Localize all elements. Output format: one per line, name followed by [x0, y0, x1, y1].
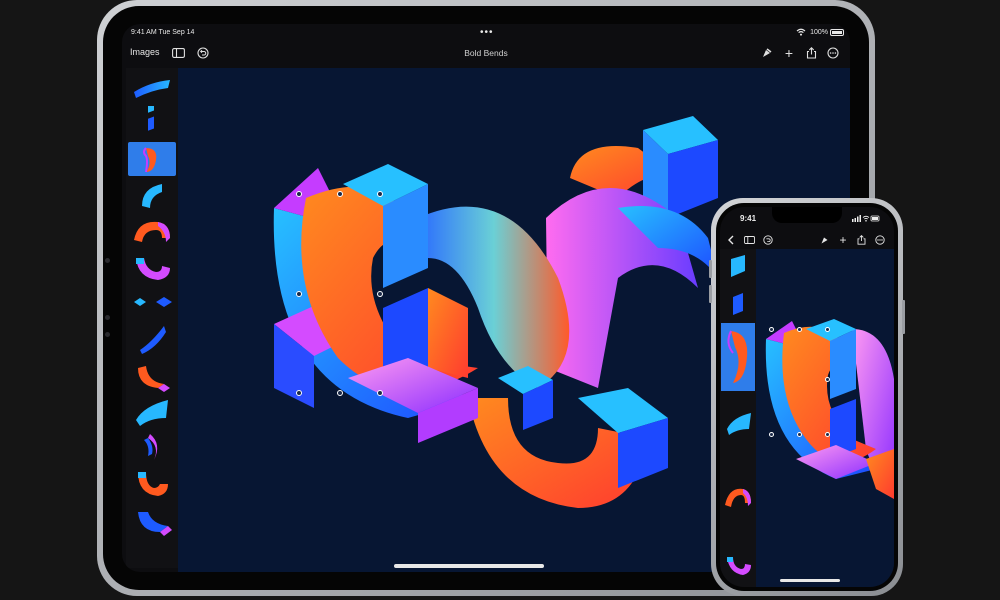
status-time: 9:41 AM Tue Sep 14 [131, 29, 195, 36]
shape-library-sidebar [126, 68, 178, 568]
thumbnail-bars[interactable] [128, 106, 176, 140]
wifi-icon [796, 28, 806, 38]
signal-wifi-battery-icons [852, 215, 880, 224]
more-icon[interactable] [825, 45, 841, 61]
home-indicator[interactable] [780, 579, 840, 582]
battery-icon [830, 29, 844, 36]
thumbnail-cup[interactable] [721, 551, 755, 579]
share-icon[interactable] [854, 233, 868, 247]
selection-handle[interactable] [337, 390, 343, 396]
camera-dot [105, 258, 110, 263]
drawing-canvas[interactable] [756, 249, 894, 587]
selection-handle[interactable] [377, 390, 383, 396]
volume-button [709, 285, 712, 303]
undo-icon[interactable] [761, 233, 775, 247]
thumbnail-orange-bend-selected[interactable] [128, 142, 176, 176]
thumbnail-blue-panel[interactable] [721, 253, 755, 281]
thumbnail-sheet[interactable] [721, 409, 755, 437]
thumbnail-sheet[interactable] [128, 394, 176, 428]
thumbnail-ribbon[interactable] [128, 322, 176, 356]
thumbnail-crescent[interactable] [128, 430, 176, 464]
selection-handle[interactable] [825, 377, 830, 382]
back-chevron-icon[interactable] [724, 233, 738, 247]
thumbnail-bend[interactable] [128, 466, 176, 500]
multitasking-dots[interactable]: ••• [480, 27, 494, 38]
more-icon[interactable] [873, 233, 887, 247]
thumbnail-blue-bar[interactable] [721, 289, 755, 317]
notch [772, 207, 842, 223]
selection-handle[interactable] [296, 291, 302, 297]
selection-handle[interactable] [769, 432, 774, 437]
selection-handle[interactable] [337, 191, 343, 197]
share-icon[interactable] [803, 45, 819, 61]
plus-icon[interactable]: + [836, 233, 850, 247]
shape-library-sidebar [720, 249, 756, 587]
selection-handle[interactable] [825, 327, 830, 332]
thumbnail-cup[interactable] [128, 250, 176, 284]
status-bar: 9:41 AM Tue Sep 14 ••• 100% [122, 24, 850, 42]
power-button [902, 300, 905, 334]
volume-button [709, 260, 712, 278]
thumbnail-arch[interactable] [128, 214, 176, 248]
bold-bends-artwork[interactable] [756, 249, 894, 587]
battery-percent: 100% [810, 29, 828, 36]
selection-handle[interactable] [296, 191, 302, 197]
status-time: 9:41 [740, 214, 757, 223]
thumbnail-bowl[interactable] [128, 502, 176, 536]
toolbar: Images Bold Bends + [122, 42, 850, 66]
camera-dot [105, 315, 110, 320]
sidebar-icon[interactable] [742, 233, 756, 247]
selection-handle[interactable] [377, 291, 383, 297]
document-title: Bold Bends [464, 48, 508, 58]
selection-handle[interactable] [769, 327, 774, 332]
pen-nib-icon[interactable] [759, 45, 775, 61]
thumbnail-orange-bend-selected[interactable] [721, 323, 755, 391]
camera-dot [105, 332, 110, 337]
plus-icon[interactable]: + [781, 45, 797, 61]
pen-nib-icon[interactable] [818, 233, 832, 247]
iphone-screen: 9:41 + [720, 207, 894, 587]
thumbnail-diamonds[interactable] [128, 286, 176, 320]
thumbnail-wave[interactable] [128, 70, 176, 104]
selection-handle[interactable] [377, 191, 383, 197]
thumbnail-hook[interactable] [128, 358, 176, 392]
selection-handle[interactable] [797, 327, 802, 332]
home-indicator[interactable] [394, 564, 544, 568]
thumbnail-curl[interactable] [128, 178, 176, 212]
thumbnail-arch[interactable] [721, 483, 755, 511]
selection-handle[interactable] [825, 432, 830, 437]
selection-handle[interactable] [797, 432, 802, 437]
selection-handle[interactable] [296, 390, 302, 396]
